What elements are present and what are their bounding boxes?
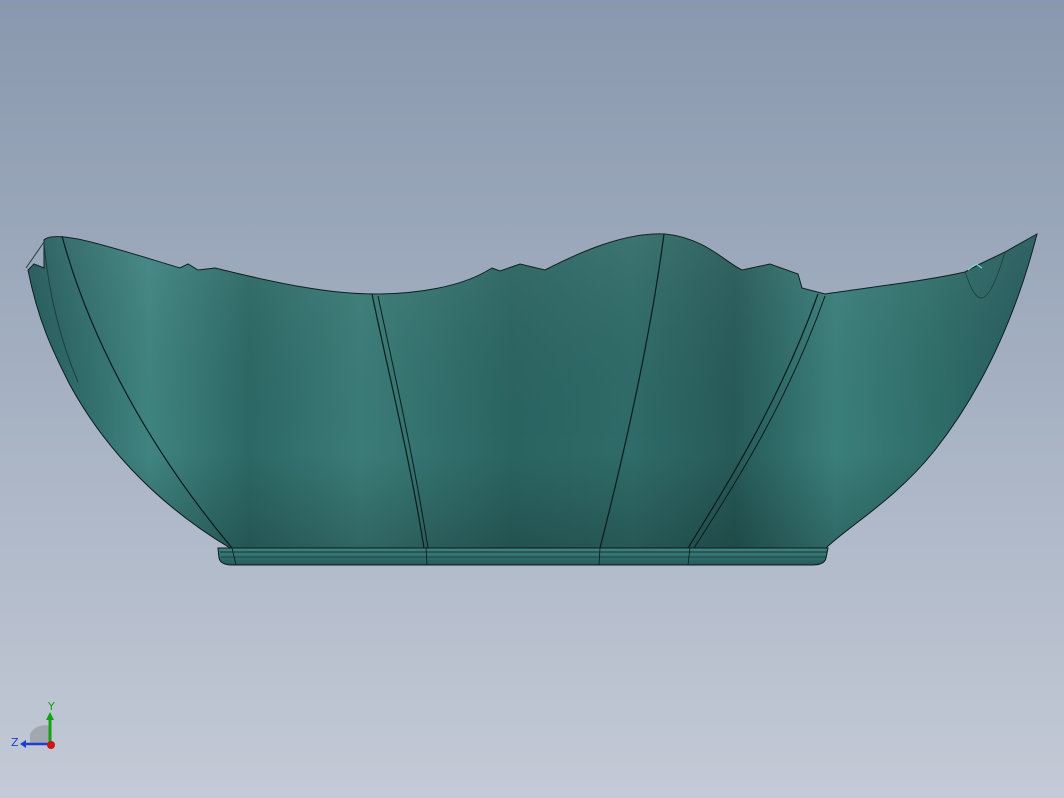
bowl-base-ring[interactable] [217, 547, 829, 566]
bowl-shading [28, 233, 1037, 548]
triad-y-arrow-icon [46, 712, 54, 720]
graphics-viewport[interactable] [0, 0, 1064, 798]
triad-x-axis-dot-icon [47, 741, 55, 749]
bowl-model[interactable] [25, 232, 1038, 566]
triad-z-arrow-icon [20, 740, 26, 748]
triad-z-label: Z [11, 736, 19, 749]
reference-triad: Y Z [11, 700, 55, 749]
triad-y-label: Y [47, 700, 55, 713]
triad-xz-plane-shade [30, 725, 50, 744]
